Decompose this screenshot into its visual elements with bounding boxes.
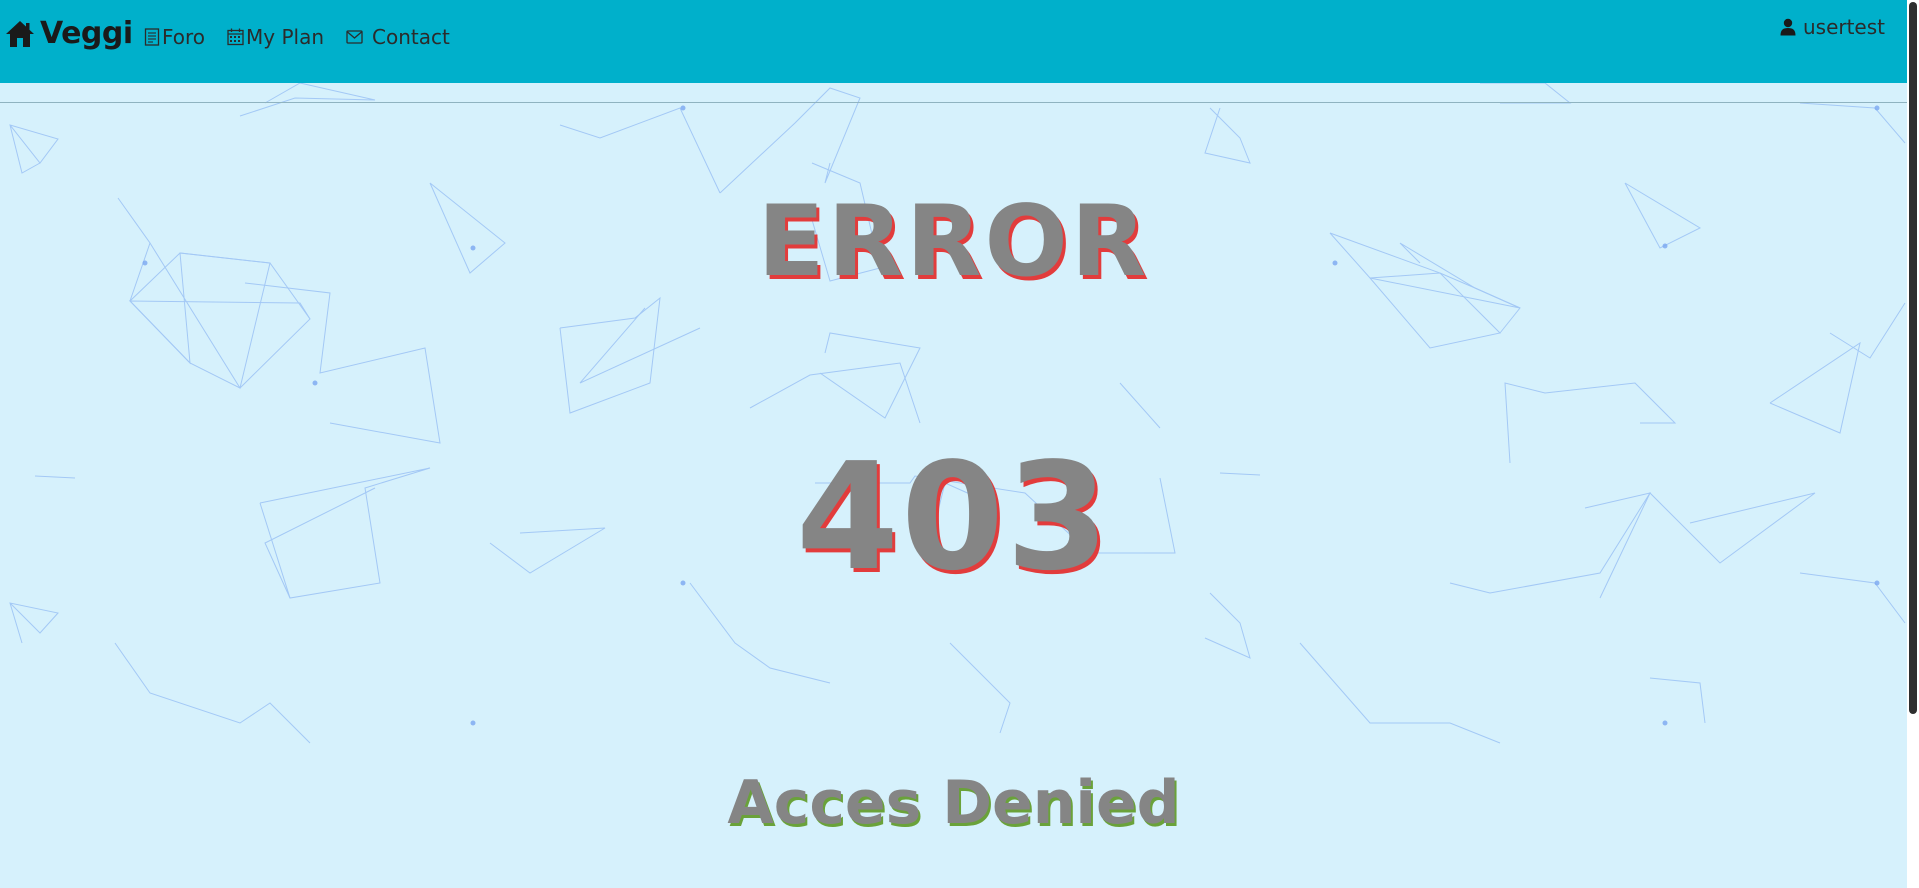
page-scrollbar[interactable] [1907, 0, 1919, 888]
nav-link-contact[interactable]: Contact [346, 25, 450, 49]
envelope-icon [346, 30, 363, 44]
user-icon [1780, 18, 1796, 36]
user-menu[interactable]: usertest [1780, 15, 1885, 39]
nav-link-foro-label: Foro [162, 25, 206, 49]
brand-label: Veggi [40, 16, 133, 51]
network-background [9, 83, 1906, 744]
nav-link-contact-label: Contact [372, 25, 450, 49]
nav-links: Foro My Plan Contact [144, 25, 472, 49]
document-icon [144, 28, 160, 46]
top-navbar: Veggi Foro My Plan Contact usertest [0, 0, 1907, 83]
scrollbar-thumb[interactable] [1909, 2, 1917, 714]
brand-link[interactable]: Veggi [5, 16, 133, 51]
user-name: usertest [1802, 15, 1885, 39]
nav-link-my-plan[interactable]: My Plan [227, 25, 324, 49]
calendar-icon [227, 28, 244, 46]
header-divider [0, 83, 1907, 103]
nav-link-foro[interactable]: Foro [144, 25, 205, 49]
home-icon [6, 20, 34, 47]
nav-link-my-plan-label: My Plan [246, 25, 325, 49]
